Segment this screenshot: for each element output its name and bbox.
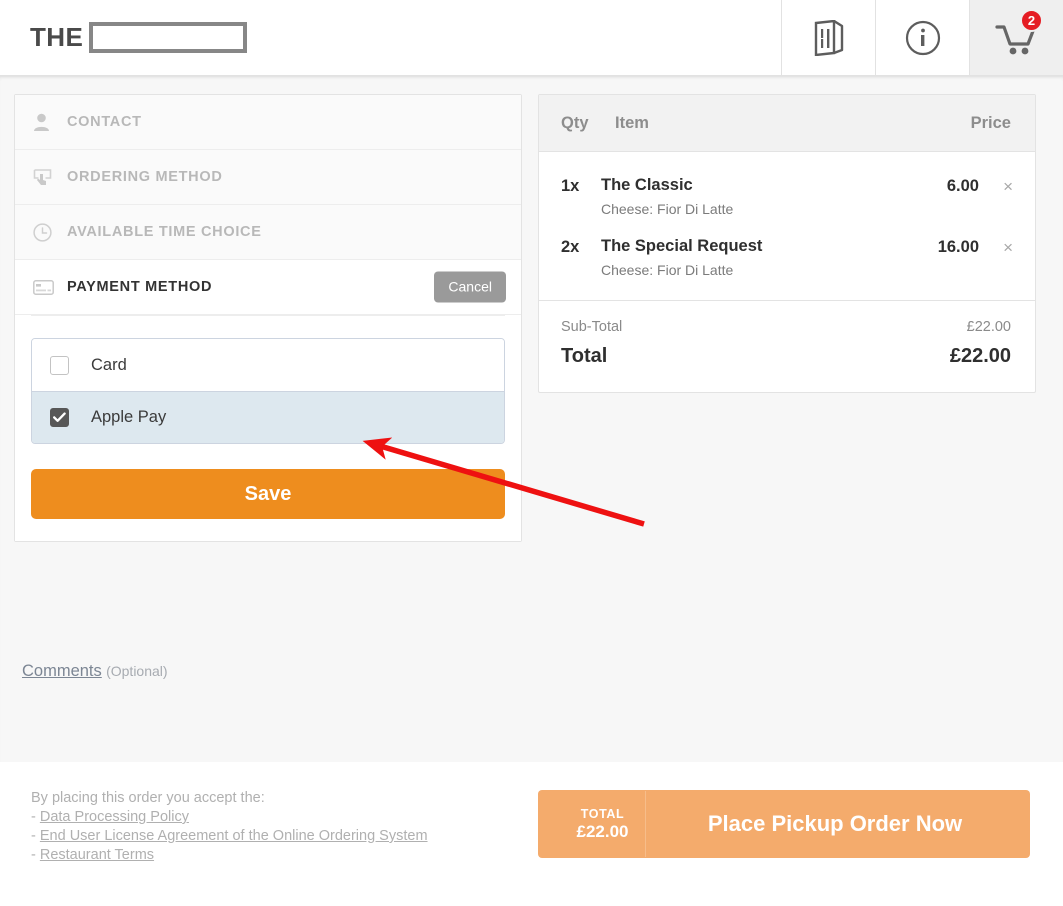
payment-options-list: Card Apple Pay [31,338,505,444]
cart-panel: Qty Item Price 1x The Classic Cheese: Fi… [538,94,1036,393]
legal-line: - End User License Agreement of the Onli… [31,827,428,846]
redaction-box [89,22,247,53]
column-header-item: Item [615,113,649,132]
page-footer: By placing this order you accept the: - … [0,762,1063,906]
cart-header-row: Qty Item Price [539,95,1035,152]
place-order-total-value: £22.00 [576,821,629,841]
checkbox-checked-icon[interactable] [50,408,69,427]
subtotal-value: £22.00 [966,319,1011,335]
sidebar-item-available-time-choice[interactable]: AVAILABLE TIME CHOICE [15,205,521,260]
legal-link-restaurant-terms[interactable]: Restaurant Terms [40,847,154,863]
remove-item-icon[interactable]: × [979,237,1013,278]
payment-option-label: Apple Pay [91,408,167,426]
place-order-button[interactable]: TOTAL £22.00 Place Pickup Order Now [538,790,1030,858]
legal-bullet: - [31,828,40,844]
remove-item-icon[interactable]: × [979,176,1013,217]
divider [31,315,505,316]
place-order-label: Place Pickup Order Now [707,811,963,836]
legal-intro: By placing this order you accept the: [31,790,265,806]
legal-bullet: - [31,809,40,825]
column-header-qty: Qty [561,113,589,132]
sidebar-item-ordering-method[interactable]: ORDERING METHOD [15,150,521,205]
item-qty: 2x [561,238,580,256]
legal-link-data-processing-policy[interactable]: Data Processing Policy [40,809,189,825]
checkout-page: THE 2 CONTACT ORDERING METHOD AVAILABLE … [0,0,1063,906]
checkbox-unchecked-icon[interactable] [50,355,69,375]
menu-button[interactable] [781,0,875,75]
payment-option-apple-pay[interactable]: Apple Pay [32,391,504,443]
table-row: 1x The Classic Cheese: Fior Di Latte 6.0… [539,166,1035,227]
menu-book-icon [812,19,846,56]
subtotal-label: Sub-Total [561,319,623,335]
save-button[interactable]: Save [31,469,505,519]
sidebar-item-label: ORDERING METHOD [67,169,223,185]
legal-line: - Restaurant Terms [31,846,428,865]
item-details: The Classic Cheese: Fior Di Latte [601,176,947,217]
payment-option-card[interactable]: Card [32,339,504,391]
sidebar-item-label: AVAILABLE TIME CHOICE [67,224,262,240]
comments-row: Comments (Optional) [22,662,168,681]
subtotal-row: Sub-Total £22.00 [561,319,1011,335]
content-area: CONTACT ORDERING METHOD AVAILABLE TIME C… [0,76,1063,762]
item-options: Cheese: Fior Di Latte [601,262,734,278]
cart-items-list: 1x The Classic Cheese: Fior Di Latte 6.0… [539,152,1035,300]
place-order-total: TOTAL £22.00 [544,791,646,857]
cart-totals: Sub-Total £22.00 Total £22.00 [539,300,1035,392]
legal-link-eula[interactable]: End User License Agreement of the Online… [40,828,428,844]
sidebar-item-payment-method[interactable]: PAYMENT METHOD Cancel [15,260,521,315]
item-price: 16.00 [937,238,979,256]
total-row: Total £22.00 [561,345,1011,368]
page-title: THE [30,22,84,52]
person-icon [33,113,59,131]
brand-title: THE [0,0,781,75]
item-name: The Special Request [601,237,763,255]
checkout-panel: CONTACT ORDERING METHOD AVAILABLE TIME C… [14,94,522,542]
table-row: 2x The Special Request Cheese: Fior Di L… [539,227,1035,288]
legal-text: By placing this order you accept the: - … [31,789,428,865]
info-button[interactable] [875,0,969,75]
comments-link[interactable]: Comments [22,662,102,680]
item-price: 6.00 [946,177,979,195]
total-label: Total [561,345,608,367]
payment-method-body: Card Apple Pay Save [15,315,521,541]
tap-hand-icon [33,168,59,187]
place-order-total-label: TOTAL [580,806,625,821]
payment-option-label: Card [91,355,127,374]
item-details: The Special Request Cheese: Fior Di Latt… [601,237,938,278]
item-qty: 1x [561,177,580,195]
info-icon [904,19,942,57]
sidebar-item-label: CONTACT [67,114,142,130]
sidebar-item-label: PAYMENT METHOD [67,279,213,295]
total-value: £22.00 [949,345,1011,367]
item-options: Cheese: Fior Di Latte [601,201,734,217]
app-header: THE 2 [0,0,1063,76]
cancel-button[interactable]: Cancel [434,271,506,303]
credit-card-icon [33,279,59,295]
cart-count-badge: 2 [1020,9,1043,32]
item-name: The Classic [601,176,693,194]
cart-button[interactable]: 2 [969,0,1063,75]
legal-line: - Data Processing Policy [31,808,428,827]
column-header-price: Price [970,113,1011,132]
sidebar-item-contact[interactable]: CONTACT [15,95,521,150]
legal-bullet: - [31,847,40,863]
comments-optional-label: (Optional) [106,663,168,679]
clock-icon [33,222,59,242]
